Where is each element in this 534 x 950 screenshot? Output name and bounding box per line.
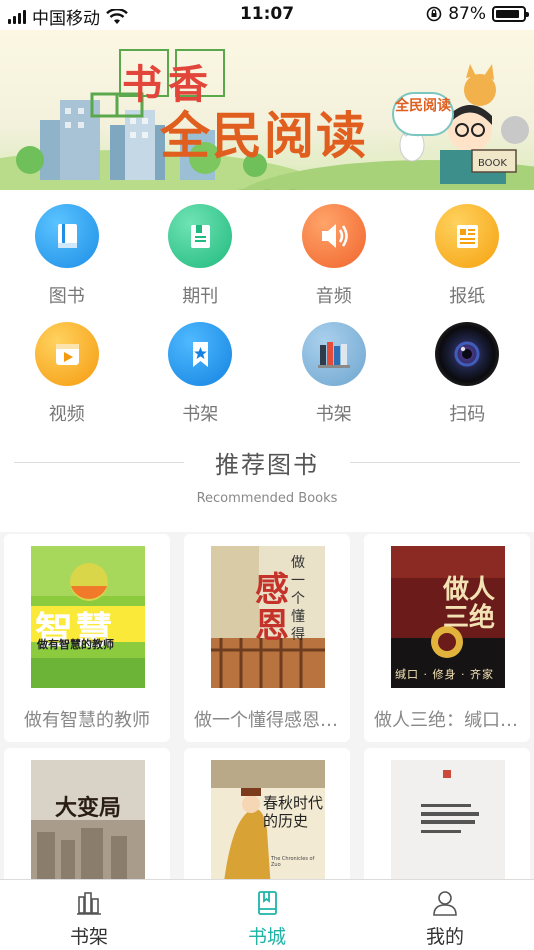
category-journals[interactable]: 期刊 (134, 204, 268, 314)
category-audio[interactable]: 音频 (267, 204, 401, 314)
category-label: 书架 (182, 404, 219, 425)
recommended-header: 推荐图书 Recommended Books (0, 435, 534, 532)
category-label: 期刊 (182, 286, 219, 307)
book-cover: 智慧 做有智慧的教师 (31, 546, 145, 688)
category-scan[interactable]: 扫码 (401, 322, 534, 432)
category-label: 书架 (315, 404, 352, 425)
book-cover: 做人三绝 缄口 · 修身 · 齐家 (391, 546, 505, 688)
book-cover (391, 760, 505, 888)
category-label: 图书 (48, 286, 85, 307)
category-panel: 图书 期刊 音频 报纸 视频 书架 书架 扫码 (0, 190, 534, 435)
book-card[interactable] (364, 748, 530, 888)
speaker-icon (301, 204, 366, 268)
category-video[interactable]: 视频 (0, 322, 134, 432)
banner-book-label: BOOK (478, 158, 507, 169)
tab-bookshelf[interactable]: 书架 (0, 880, 178, 950)
user-tab-icon (433, 891, 457, 916)
book-store-tab-icon (258, 891, 277, 915)
category-bookmark-shelf[interactable]: 书架 (134, 322, 268, 432)
cover-title: 做人三绝 (443, 575, 496, 633)
bookmark-icon (168, 322, 233, 386)
cover-title: 感恩 (255, 570, 289, 646)
tab-label: 书城 (247, 926, 286, 948)
category-label: 音频 (315, 286, 352, 307)
tab-bookstore[interactable]: 书城 (178, 880, 356, 950)
book-card[interactable]: 做人三绝 缄口 · 修身 · 齐家 做人三绝：缄口·修身·齐家 (364, 534, 530, 742)
cover-subtitle: 做一个懂得 (291, 555, 305, 643)
banner-title-secondary: 全民阅读 (160, 106, 368, 165)
cover-subtitle: The Chronicles of Zuo (271, 856, 315, 868)
category-label: 报纸 (449, 286, 486, 307)
rotation-lock-icon (426, 6, 442, 22)
newspaper-icon (435, 204, 500, 268)
book-card[interactable]: 感恩 做一个懂得 做一个懂得感恩的人 (184, 534, 350, 742)
book-cover: 感恩 做一个懂得 (211, 546, 325, 688)
book-title: 做有智慧的教师 (24, 710, 150, 731)
section-subtitle: Recommended Books (196, 491, 338, 506)
category-bookshelf[interactable]: 书架 (267, 322, 401, 432)
bookshelf-tab-icon (77, 892, 101, 915)
book-card[interactable]: 大变局 (4, 748, 170, 888)
banner-badge: 全民阅读 (392, 92, 454, 136)
book-cover: 春秋时代的历史 The Chronicles of Zuo (211, 760, 325, 888)
category-newspaper[interactable]: 报纸 (401, 204, 534, 314)
book-title: 做人三绝：缄口·修身·齐家 (374, 710, 520, 731)
camera-lens-icon (435, 322, 500, 386)
status-right: 87% (426, 4, 529, 24)
book-card[interactable]: 智慧 做有智慧的教师 做有智慧的教师 (4, 534, 170, 742)
status-bar: 中国移动 11:07 87% (0, 0, 534, 30)
bookshelf-icon (301, 322, 366, 386)
cover-subtitle: 做有智慧的教师 (37, 638, 114, 651)
battery-icon (492, 6, 529, 22)
tab-label: 我的 (425, 926, 464, 948)
tab-label: 书架 (69, 926, 108, 948)
book-cover: 大变局 (31, 760, 145, 888)
category-books[interactable]: 图书 (0, 204, 134, 314)
book-card[interactable]: 春秋时代的历史 The Chronicles of Zuo (184, 748, 350, 888)
cover-title: 大变局 (55, 795, 122, 821)
category-label: 视频 (48, 404, 85, 425)
app-root: 中国移动 11:07 87% BOOK 书香 全民阅读 全民阅读 图书 期刊 音… (0, 0, 534, 950)
battery-percent: 87% (448, 4, 486, 24)
book-title: 做一个懂得感恩的人 (194, 710, 340, 731)
journal-icon (168, 204, 233, 268)
banner-carousel[interactable]: BOOK 书香 全民阅读 全民阅读 (0, 30, 534, 190)
category-label: 扫码 (449, 404, 486, 425)
book-icon (34, 204, 99, 268)
cover-title: 春秋时代的历史 (263, 794, 324, 830)
bottom-tab-bar: 书架 书城 我的 (0, 879, 534, 950)
tab-mine[interactable]: 我的 (356, 880, 534, 950)
video-icon (34, 322, 99, 386)
battery-fill (496, 10, 519, 18)
section-title: 推荐图书 (215, 451, 319, 479)
category-grid: 图书 期刊 音频 报纸 视频 书架 书架 扫码 (0, 204, 534, 432)
cover-subtitle: 缄口 · 修身 · 齐家 (395, 668, 494, 681)
